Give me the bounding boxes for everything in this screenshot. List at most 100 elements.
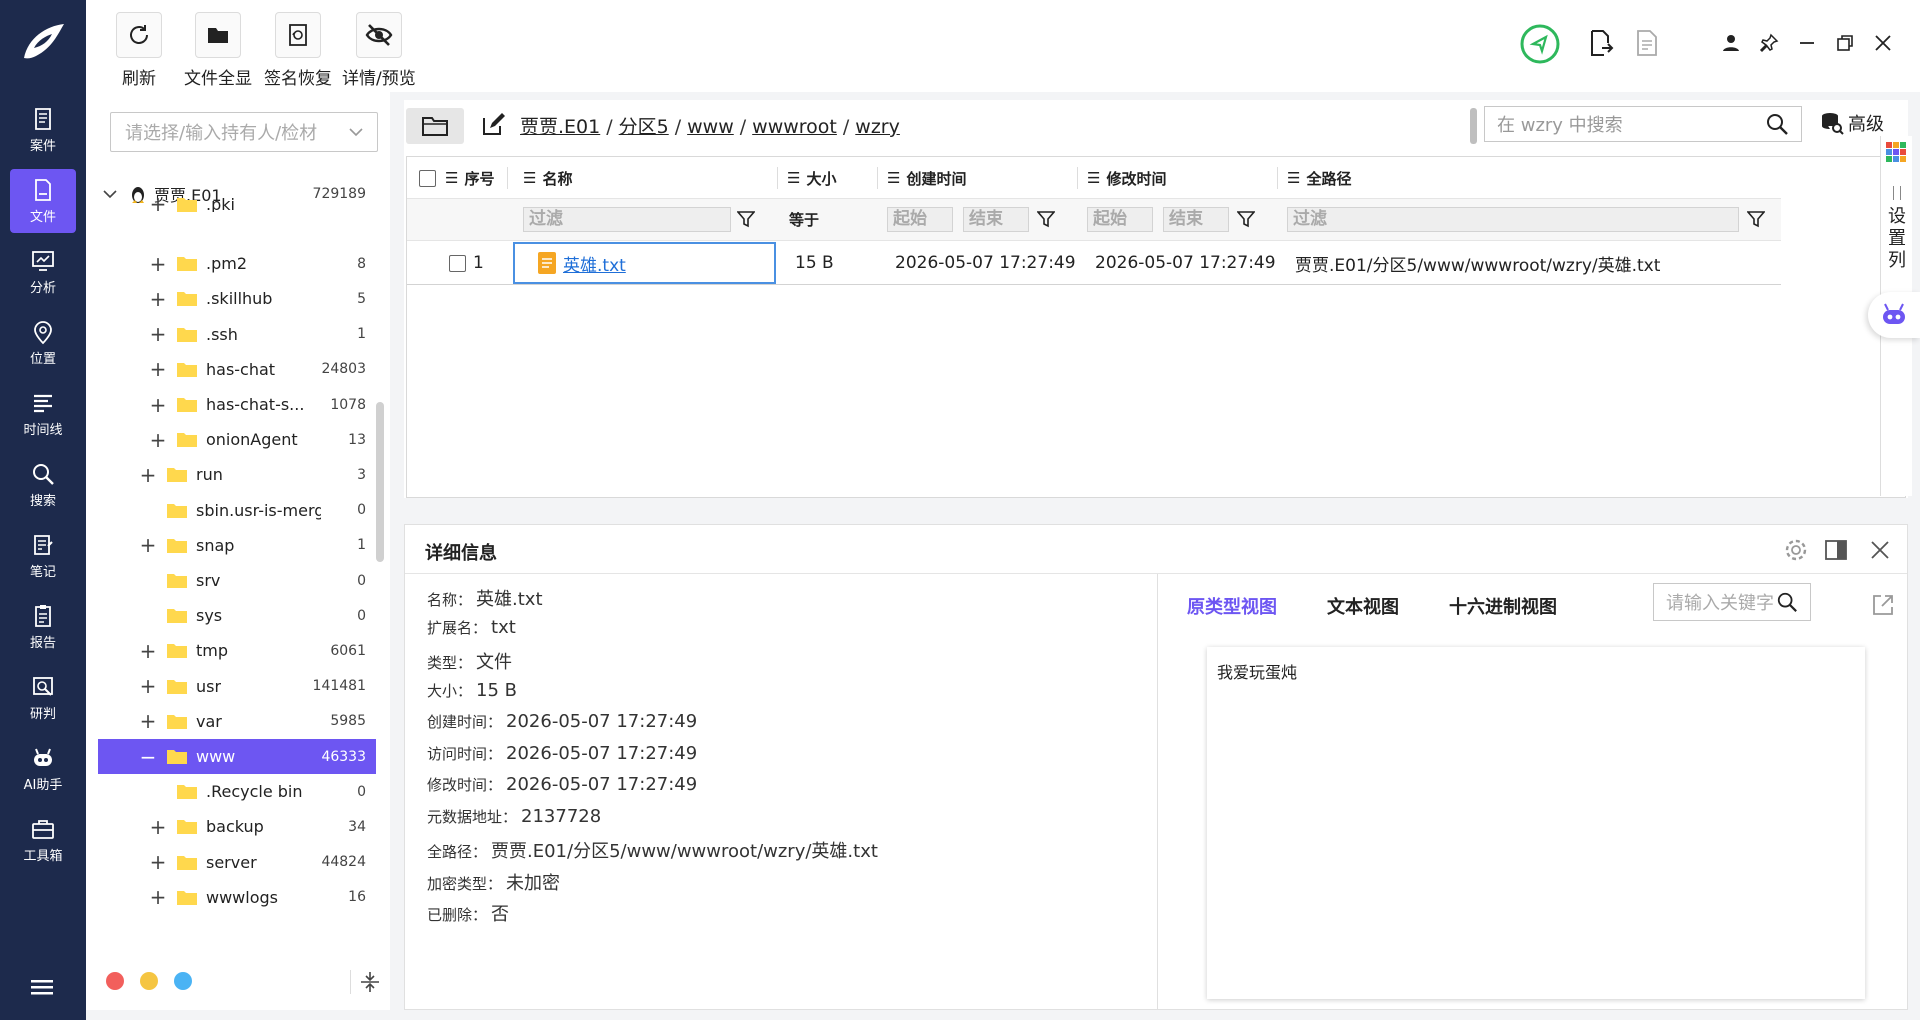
modified-end-input[interactable]: 结束	[1163, 207, 1229, 232]
tree-item[interactable]: + usr 141481	[98, 669, 376, 704]
edit-path-icon[interactable]	[480, 112, 506, 138]
tree-item[interactable]: sys 0	[98, 598, 376, 633]
header-name[interactable]: ☰ 名称	[523, 157, 572, 199]
filter-icon[interactable]	[1747, 210, 1765, 228]
filter-icon[interactable]	[1237, 210, 1255, 228]
size-filter-op[interactable]: 等于	[789, 209, 819, 230]
sign-restore-button[interactable]: 签名恢复	[264, 12, 332, 89]
row-name-cell[interactable]: 英雄.txt	[513, 242, 776, 284]
close-icon[interactable]	[1868, 28, 1898, 58]
tree-item[interactable]: +wwwroot1457	[98, 915, 376, 916]
tree-item[interactable]: .Recycle bin 0	[98, 774, 376, 809]
modified-start-input[interactable]: 起始	[1087, 207, 1153, 232]
minimize-icon[interactable]	[1792, 28, 1822, 58]
tree-item[interactable]: + tmp 6061	[98, 633, 376, 668]
search-icon[interactable]	[1765, 112, 1789, 136]
header-path[interactable]: ☰ 全路径	[1287, 157, 1351, 199]
tree-item[interactable]: + server 44824	[98, 845, 376, 880]
table-row[interactable]: 1 英雄.txt 15 B 2026-05-07 17:27:49 2026-0…	[407, 241, 1781, 285]
red-dot[interactable]	[106, 972, 124, 990]
name-filter-input[interactable]: 过滤	[523, 207, 731, 232]
tree-item[interactable]: + onionAgent 13	[98, 422, 376, 457]
expand-toggle[interactable]: +	[148, 428, 168, 452]
advanced-search-button[interactable]: 高级	[1820, 110, 1884, 136]
breadcrumb-segment[interactable]: www	[687, 116, 734, 138]
open-external-icon[interactable]	[1871, 593, 1895, 617]
tree-item[interactable]: + .pm2 8	[98, 246, 376, 281]
tree-item[interactable]: + run 3	[98, 457, 376, 492]
expand-toggle[interactable]: +	[148, 322, 168, 346]
tree-item[interactable]: + var 5985	[98, 704, 376, 739]
path-filter-input[interactable]: 过滤	[1287, 207, 1739, 232]
breadcrumb-segment[interactable]: wwwroot	[752, 116, 837, 138]
splitter-handle[interactable]	[1470, 108, 1477, 144]
show-all-button[interactable]: 文件全显	[184, 12, 252, 89]
nav-item-6[interactable]: 笔记	[10, 524, 76, 588]
collapse-all-icon[interactable]	[358, 970, 382, 994]
tree-item[interactable]: + wwwlogs 16	[98, 880, 376, 915]
expand-toggle[interactable]: +	[138, 463, 158, 487]
nav-item-4[interactable]: 时间线	[10, 382, 76, 446]
breadcrumb-segment[interactable]: wzry	[855, 116, 900, 138]
nav-item-1[interactable]: 文件	[10, 169, 76, 233]
row-name-link[interactable]: 英雄.txt	[563, 251, 626, 276]
folder-view-button[interactable]	[406, 108, 464, 144]
tree-item[interactable]: + .skillhub 5	[98, 281, 376, 316]
report-doc-icon[interactable]	[1632, 28, 1662, 58]
apps-grid-icon[interactable]	[1882, 138, 1910, 166]
restore-window-icon[interactable]	[1830, 28, 1860, 58]
tree-item[interactable]: + has-chat-s... 1078	[98, 387, 376, 422]
expand-toggle[interactable]: +	[148, 850, 168, 874]
tree-item[interactable]: − www 46333	[98, 739, 376, 774]
tree-item[interactable]: + snap 1	[98, 528, 376, 563]
blue-dot[interactable]	[174, 972, 192, 990]
search-icon[interactable]	[1776, 591, 1798, 613]
export-icon[interactable]	[1586, 28, 1616, 58]
expand-toggle[interactable]: +	[138, 674, 158, 698]
created-start-input[interactable]: 起始	[887, 207, 953, 232]
expand-toggle[interactable]: +	[138, 709, 158, 733]
detail-preview-button[interactable]: 详情/预览	[342, 12, 416, 89]
nav-item-9[interactable]: AI助手	[10, 737, 76, 801]
user-icon[interactable]	[1716, 28, 1746, 58]
breadcrumb-segment[interactable]: 贾贾.E01	[520, 116, 600, 138]
tree-item[interactable]: + backup 34	[98, 809, 376, 844]
tree-scrollbar[interactable]	[376, 402, 384, 562]
keyword-search-input[interactable]: 请输入关键字	[1653, 583, 1811, 621]
header-size[interactable]: ☰ 大小	[787, 157, 836, 199]
select-all-checkbox[interactable]	[419, 157, 436, 199]
tab-hex-view[interactable]: 十六进制视图	[1449, 593, 1557, 619]
row-checkbox[interactable]	[449, 241, 466, 285]
expand-toggle[interactable]: −	[138, 745, 158, 769]
split-view-icon[interactable]	[1823, 537, 1849, 563]
ai-assistant-bubble[interactable]	[1868, 292, 1920, 338]
nav-item-5[interactable]: 搜索	[10, 453, 76, 517]
header-modified[interactable]: ☰ 修改时间	[1087, 157, 1166, 199]
expand-toggle[interactable]: +	[148, 287, 168, 311]
tree-item[interactable]: srv 0	[98, 563, 376, 598]
expand-toggle[interactable]: +	[148, 357, 168, 381]
yellow-dot[interactable]	[140, 972, 158, 990]
breadcrumb-segment[interactable]: 分区5	[619, 116, 669, 138]
menu-icon[interactable]	[28, 975, 58, 999]
owner-select[interactable]: 请选择/输入持有人/检材	[110, 112, 378, 152]
folder-search-input[interactable]: 在 wzry 中搜索	[1484, 106, 1802, 142]
nav-item-0[interactable]: 案件	[10, 98, 76, 162]
expand-toggle[interactable]: +	[148, 885, 168, 909]
filter-icon[interactable]	[737, 210, 755, 228]
expand-toggle[interactable]: +	[138, 533, 158, 557]
expand-toggle[interactable]: +	[138, 639, 158, 663]
expand-toggle[interactable]: +	[148, 393, 168, 417]
close-detail-icon[interactable]	[1867, 537, 1893, 563]
tree-item[interactable]: + .ssh 1	[98, 317, 376, 352]
tree-item[interactable]: + .pki	[98, 196, 376, 212]
nav-item-3[interactable]: 位置	[10, 311, 76, 375]
tree-item[interactable]: + has-chat 24803	[98, 352, 376, 387]
tab-text-view[interactable]: 文本视图	[1327, 593, 1399, 619]
pin-icon[interactable]	[1754, 28, 1784, 58]
header-created[interactable]: ☰ 创建时间	[887, 157, 966, 199]
nav-item-7[interactable]: 报告	[10, 595, 76, 659]
expand-toggle[interactable]: +	[148, 196, 168, 212]
status-icon[interactable]	[1520, 24, 1560, 64]
created-end-input[interactable]: 结束	[963, 207, 1029, 232]
